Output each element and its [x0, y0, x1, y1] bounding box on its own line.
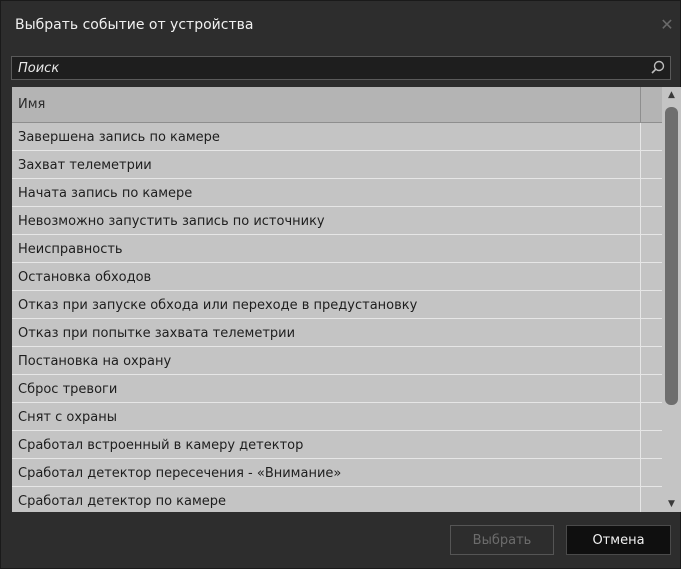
- column-divider: [640, 207, 641, 234]
- row-name: Сработал детектор пересечения - «Внимани…: [18, 466, 342, 481]
- select-event-dialog: Выбрать событие от устройства ✕ Имя Заве…: [0, 0, 681, 569]
- scroll-up-arrow-icon[interactable]: ▲: [662, 87, 681, 103]
- table-row[interactable]: Неисправность: [12, 235, 662, 263]
- row-name: Неисправность: [18, 242, 123, 257]
- column-divider: [640, 291, 641, 318]
- row-name: Постановка на охрану: [18, 354, 172, 369]
- column-divider: [640, 263, 641, 290]
- row-name: Невозможно запустить запись по источнику: [18, 214, 325, 229]
- row-name: Захват телеметрии: [18, 158, 152, 173]
- row-name: Сработал встроенный в камеру детектор: [18, 438, 304, 453]
- scrollbar-thumb[interactable]: [665, 107, 678, 405]
- column-divider: [640, 151, 641, 178]
- search-input[interactable]: [12, 57, 642, 79]
- dialog-titlebar: Выбрать событие от устройства ✕: [1, 1, 680, 49]
- row-name: Остановка обходов: [18, 270, 152, 285]
- table-row[interactable]: Остановка обходов: [12, 263, 662, 291]
- table-row[interactable]: Сработал детектор по камере: [12, 487, 662, 512]
- table-row[interactable]: Начата запись по камере: [12, 179, 662, 207]
- column-divider: [640, 459, 641, 486]
- row-name: Снят с охраны: [18, 410, 118, 425]
- column-divider: [640, 179, 641, 206]
- table-row[interactable]: Сработал встроенный в камеру детектор: [12, 431, 662, 459]
- cancel-button[interactable]: Отмена: [566, 525, 671, 555]
- table-row[interactable]: Постановка на охрану: [12, 347, 662, 375]
- column-header-label: Имя: [18, 97, 46, 112]
- column-divider: [640, 123, 641, 150]
- column-divider: [640, 431, 641, 458]
- table-row[interactable]: Отказ при запуске обхода или переходе в …: [12, 291, 662, 319]
- table-row[interactable]: Сработал детектор пересечения - «Внимани…: [12, 459, 662, 487]
- table-row[interactable]: Захват телеметрии: [12, 151, 662, 179]
- select-button[interactable]: Выбрать: [450, 525, 554, 555]
- table-row[interactable]: Завершена запись по камере: [12, 123, 662, 151]
- dialog-title: Выбрать событие от устройства: [15, 17, 254, 33]
- vertical-scrollbar[interactable]: ▲ ▼: [662, 87, 681, 512]
- search-icon[interactable]: [649, 59, 667, 77]
- row-name: Завершена запись по камере: [18, 130, 220, 145]
- row-name: Отказ при попытке захвата телеметрии: [18, 326, 296, 341]
- column-divider: [640, 319, 641, 346]
- close-icon[interactable]: ✕: [657, 15, 677, 35]
- row-name: Начата запись по камере: [18, 186, 193, 201]
- table-row[interactable]: Невозможно запустить запись по источнику: [12, 207, 662, 235]
- scroll-down-arrow-icon[interactable]: ▼: [662, 496, 681, 512]
- row-name: Отказ при запуске обхода или переходе в …: [18, 298, 418, 313]
- row-name: Сброс тревоги: [18, 382, 118, 397]
- table-rows: Завершена запись по камере Захват телеме…: [12, 123, 662, 512]
- column-header-filler: [640, 87, 662, 123]
- column-divider: [640, 487, 641, 512]
- table-row[interactable]: Сброс тревоги: [12, 375, 662, 403]
- table-row[interactable]: Отказ при попытке захвата телеметрии: [12, 319, 662, 347]
- search-box: [11, 56, 671, 80]
- dialog-footer: Выбрать Отмена: [1, 513, 680, 568]
- events-table: Имя Завершена запись по камере Захват те…: [12, 87, 681, 512]
- column-divider: [640, 235, 641, 262]
- column-divider: [640, 403, 641, 430]
- table-row[interactable]: Снят с охраны: [12, 403, 662, 431]
- column-divider: [640, 375, 641, 402]
- column-divider: [640, 347, 641, 374]
- row-name: Сработал детектор по камере: [18, 494, 227, 509]
- column-header-name[interactable]: Имя: [12, 87, 640, 123]
